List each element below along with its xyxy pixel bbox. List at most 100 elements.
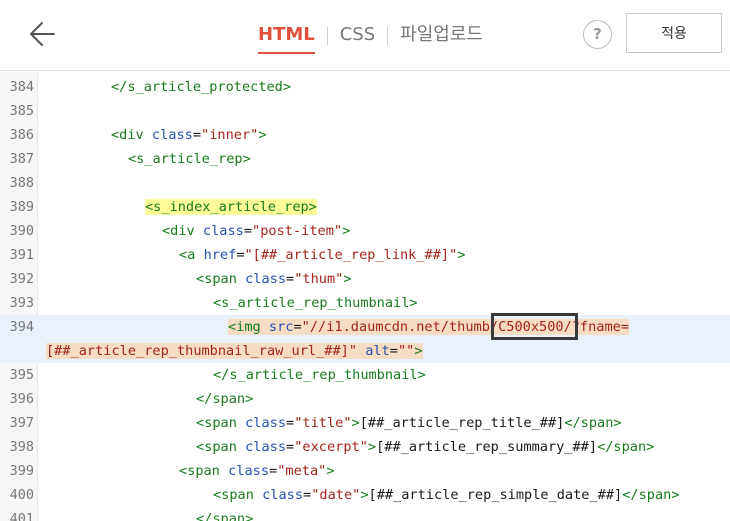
code-token: <img — [228, 319, 269, 335]
line-number: 392 — [9, 271, 34, 287]
code-line[interactable]: 395 </s_article_rep_thumbnail> — [0, 363, 730, 387]
code-token: "post-item" — [252, 223, 343, 239]
apply-button[interactable]: 적용 — [626, 13, 722, 53]
code-token: "date" — [311, 487, 361, 503]
code-token: </span> — [622, 487, 680, 503]
line-number: 397 — [9, 415, 34, 431]
code-line[interactable]: 401 </span> — [0, 507, 730, 521]
code-line[interactable]: 388 — [0, 171, 730, 195]
code-token: "inner" — [201, 127, 259, 143]
code-text: <div class="post-item"> — [162, 219, 350, 243]
code-editor[interactable]: 384 </s_article_protected> 385 386 <div clas… — [0, 72, 730, 521]
code-text: [##_article_rep_thumbnail_raw_url_##]" a… — [46, 339, 423, 363]
code-token: > — [367, 439, 377, 455]
code-token: class — [262, 487, 304, 503]
code-line[interactable]: 396 </span> — [0, 387, 730, 411]
code-token: = — [389, 343, 398, 359]
code-token: "excerpt" — [294, 439, 368, 455]
code-token: </span> — [597, 439, 655, 455]
code-token: <s_index_article_rep> — [145, 199, 317, 215]
code-token: = — [286, 415, 295, 431]
back-button[interactable] — [24, 16, 62, 52]
code-token: class — [245, 415, 287, 431]
code-token: class — [245, 271, 287, 287]
code-token: <span — [213, 487, 263, 503]
code-token: > — [258, 127, 267, 143]
code-token: "thum" — [294, 271, 344, 287]
code-token: = — [303, 487, 312, 503]
line-number: 393 — [9, 295, 34, 311]
code-token: [##_article_rep_summary_##] — [376, 439, 598, 455]
code-text: <a href="[##_article_rep_link_##]"> — [179, 243, 465, 267]
code-token: > — [414, 343, 423, 359]
code-token: > — [326, 463, 335, 479]
code-line[interactable]: 385 — [0, 99, 730, 123]
code-line[interactable]: 400 <span class="date">[##_article_rep_si… — [0, 483, 730, 507]
back-arrow-icon — [30, 22, 55, 46]
line-number: 388 — [9, 175, 34, 191]
code-line[interactable]: 398 <span class="excerpt">[##_article_rep… — [0, 435, 730, 459]
code-text: </span> — [196, 507, 253, 521]
code-line[interactable]: 390 <div class="post-item"> — [0, 219, 730, 243]
code-token: [##_article_rep_thumbnail_raw_url_##]" — [46, 343, 357, 359]
code-token: > — [343, 271, 352, 287]
code-line[interactable]: 399 <span class="meta"> — [0, 459, 730, 483]
code-text: </s_article_protected> — [111, 75, 291, 99]
help-button[interactable]: ? — [583, 20, 612, 49]
code-text: <span class="title">[##_article_rep_titl… — [196, 411, 622, 435]
tab-divider — [387, 27, 389, 45]
line-number: 384 — [9, 79, 34, 95]
editor-header: HTML CSS 파일업로드 ? 적용 — [0, 0, 730, 71]
code-token: = — [236, 247, 245, 263]
code-text: <span class="thum"> — [196, 267, 352, 291]
code-line[interactable]: 389 <s_index_article_rep> — [0, 195, 730, 219]
code-text: </s_article_rep_thumbnail> — [213, 363, 426, 387]
code-line[interactable]: 394 <img src="//i1.daumcdn.net/thumb/C500… — [0, 315, 730, 363]
code-token: "[##_article_rep_link_##]" — [244, 247, 458, 263]
highlight-box-annotation — [491, 313, 578, 340]
code-token: > — [351, 415, 360, 431]
line-number: 390 — [9, 223, 34, 239]
code-token: <s_article_rep_thumbnail> — [213, 295, 418, 311]
code-token: </s_article_rep_thumbnail> — [213, 367, 426, 383]
line-number: 401 — [9, 511, 34, 521]
code-token: class — [151, 127, 193, 143]
code-text: <span class="date">[##_article_rep_simpl… — [213, 483, 680, 507]
code-token: class — [228, 463, 270, 479]
code-token: </span> — [196, 391, 254, 407]
code-token: <a — [179, 247, 204, 263]
code-line[interactable]: 397 <span class="title">[##_article_rep_t… — [0, 411, 730, 435]
code-line[interactable]: 392 <span class="thum"> — [0, 267, 730, 291]
code-token: = — [243, 223, 253, 239]
line-number: 391 — [9, 247, 34, 263]
code-token: </span> — [564, 415, 622, 431]
tab-html[interactable]: HTML — [258, 22, 315, 54]
line-number: 387 — [9, 151, 34, 167]
code-line[interactable]: 391 <a href="[##_article_rep_link_##]"> — [0, 243, 730, 267]
line-number: 394 — [9, 319, 34, 335]
code-token: <span — [196, 415, 246, 431]
code-token: "title" — [294, 415, 352, 431]
line-number: 396 — [9, 391, 34, 407]
code-line[interactable]: 387 <s_article_rep> — [0, 147, 730, 171]
code-token: = — [269, 463, 278, 479]
line-number: 400 — [9, 487, 34, 503]
code-token: </s_article_protected> — [111, 79, 292, 95]
code-token: "" — [397, 343, 415, 359]
code-token: href — [203, 247, 237, 263]
tab-css[interactable]: CSS — [340, 22, 375, 50]
code-text: <span class="meta"> — [179, 459, 335, 483]
code-text: <div class="inner"> — [111, 123, 267, 147]
code-token: "meta" — [277, 463, 327, 479]
code-token: = — [286, 439, 295, 455]
code-token: <span — [196, 271, 246, 287]
code-token: = — [192, 127, 202, 143]
code-line[interactable]: 386 <div class="inner"> — [0, 123, 730, 147]
code-line[interactable]: 384 </s_article_protected> — [0, 75, 730, 99]
code-token: = — [286, 271, 295, 287]
code-token: src — [268, 319, 294, 335]
code-line[interactable]: 393 <s_article_rep_thumbnail> — [0, 291, 730, 315]
tab-divider — [326, 27, 328, 45]
tab-file-upload[interactable]: 파일업로드 — [400, 22, 483, 50]
